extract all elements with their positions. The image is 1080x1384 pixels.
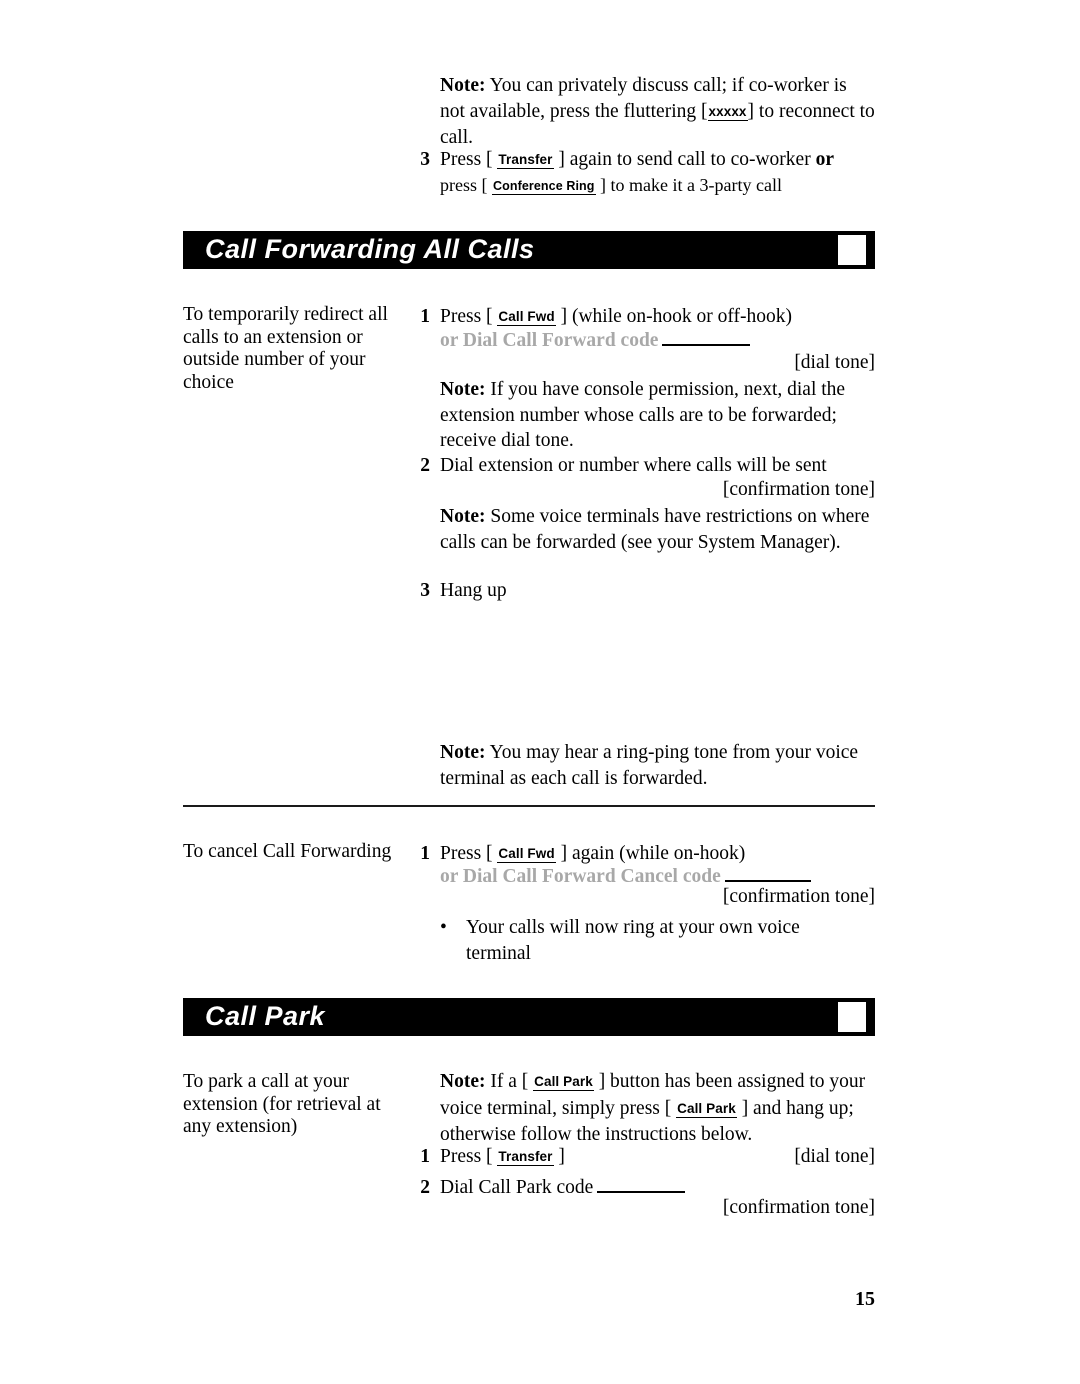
cf-step-3: Hang up	[440, 580, 507, 601]
call-fwd-button-label[interactable]: Call Fwd	[497, 309, 556, 326]
top-step-3: Press [ Transfer ] again to send call to…	[440, 147, 876, 174]
tone-cue: [confirmation tone]	[722, 1197, 875, 1218]
tone-cue: [confirmation tone]	[722, 479, 875, 500]
tone-cue: [dial tone]	[794, 1146, 875, 1167]
step-text-1: Press [	[440, 1146, 493, 1167]
code-blank-line[interactable]	[597, 1175, 686, 1193]
step-or-word: or	[815, 149, 834, 170]
note-label: Note:	[440, 379, 486, 400]
cf-note-1: Note: If you have console permission, ne…	[440, 377, 876, 454]
alt-dial-code-text: or Dial Call Forward code	[440, 330, 659, 351]
step-number: 3	[420, 149, 430, 170]
section-header-call-park: Call Park	[183, 998, 875, 1036]
bullet-marker: •	[440, 917, 447, 938]
step-number: 3	[420, 580, 430, 601]
section-header-call-forwarding: Call Forwarding All Calls	[183, 231, 875, 269]
white-square-icon	[838, 1002, 866, 1032]
task-label-call-park: To park a call at your extension (for re…	[183, 1071, 381, 1137]
step-text-2: ] again to send call to co-worker	[558, 149, 811, 170]
step-text-1: Press [	[440, 149, 493, 170]
tone-cue: [dial tone]	[794, 352, 875, 373]
substep-text-2: ] to make it a 3-party call	[600, 175, 782, 195]
top-note: Note: You can privately discuss call; if…	[440, 73, 876, 151]
cf-step-2: Dial extension or number where calls wil…	[440, 455, 827, 476]
cf-note-3: Note: You may hear a ring-ping tone from…	[440, 740, 876, 791]
step-number: 1	[420, 843, 430, 864]
code-blank-line[interactable]	[662, 328, 751, 346]
step-number: 2	[420, 1177, 430, 1198]
note-text: You may hear a ring-ping tone from your …	[440, 742, 859, 789]
task-label-call-forwarding: To temporarily redirect all calls to an …	[183, 304, 388, 393]
code-blank-line[interactable]	[724, 864, 811, 882]
note-text: If you have console permission, next, di…	[440, 379, 846, 452]
alt-dial-code-text: or Dial Call Forward Cancel code	[440, 866, 721, 887]
call-park-button-label[interactable]: Call Park	[533, 1074, 594, 1091]
transfer-button-label[interactable]: Transfer	[497, 152, 554, 169]
conference-ring-button-label[interactable]: Conference Ring	[492, 179, 596, 195]
task-label-cancel-forwarding: To cancel Call Forwarding	[183, 841, 392, 862]
xxxxx-button-label[interactable]: xxxxx	[707, 103, 748, 121]
step-text-2: ]	[558, 1146, 565, 1167]
call-park-button-label[interactable]: Call Park	[676, 1100, 737, 1118]
section-divider	[183, 805, 875, 807]
step-text: Dial Call Park code	[440, 1177, 594, 1198]
section-title: Call Park	[205, 1000, 326, 1031]
note-label: Note:	[440, 75, 486, 96]
step-text-1: Press [	[440, 843, 493, 864]
top-step-3-sub: press [ Conference Ring ] to make it a 3…	[440, 173, 876, 201]
note-text-1: If a [	[490, 1071, 529, 1092]
manual-page: Note: You can privately discuss call; if…	[0, 0, 1080, 1384]
cf-step-1: Press [ Call Fwd ] (while on-hook or off…	[440, 304, 876, 331]
call-fwd-button-label[interactable]: Call Fwd	[497, 846, 556, 863]
step-number: 1	[420, 306, 430, 327]
transfer-button-label[interactable]: Transfer	[497, 1149, 554, 1166]
cf-note-2: Note: Some voice terminals have restrict…	[440, 504, 876, 555]
tone-cue: [confirmation tone]	[722, 886, 875, 907]
step-text-2: ] again (while on-hook)	[560, 843, 746, 864]
step-number: 1	[420, 1146, 430, 1167]
note-label: Note:	[440, 742, 486, 763]
white-square-icon	[838, 235, 866, 265]
step-text-2: ] (while on-hook or off-hook)	[560, 306, 793, 327]
substep-text-1: press [	[440, 175, 488, 195]
step-number: 2	[420, 455, 430, 476]
section-title: Call Forwarding All Calls	[205, 233, 535, 264]
cfc-bullet-text: Your calls will now ring at your own voi…	[466, 917, 800, 964]
note-text: Some voice terminals have restrictions o…	[440, 506, 870, 553]
page-number: 15	[855, 1288, 875, 1310]
note-label: Note:	[440, 1071, 486, 1092]
step-text-1: Press [	[440, 306, 493, 327]
note-label: Note:	[440, 506, 486, 527]
cp-note: Note: If a [ Call Park ] button has been…	[440, 1069, 876, 1148]
